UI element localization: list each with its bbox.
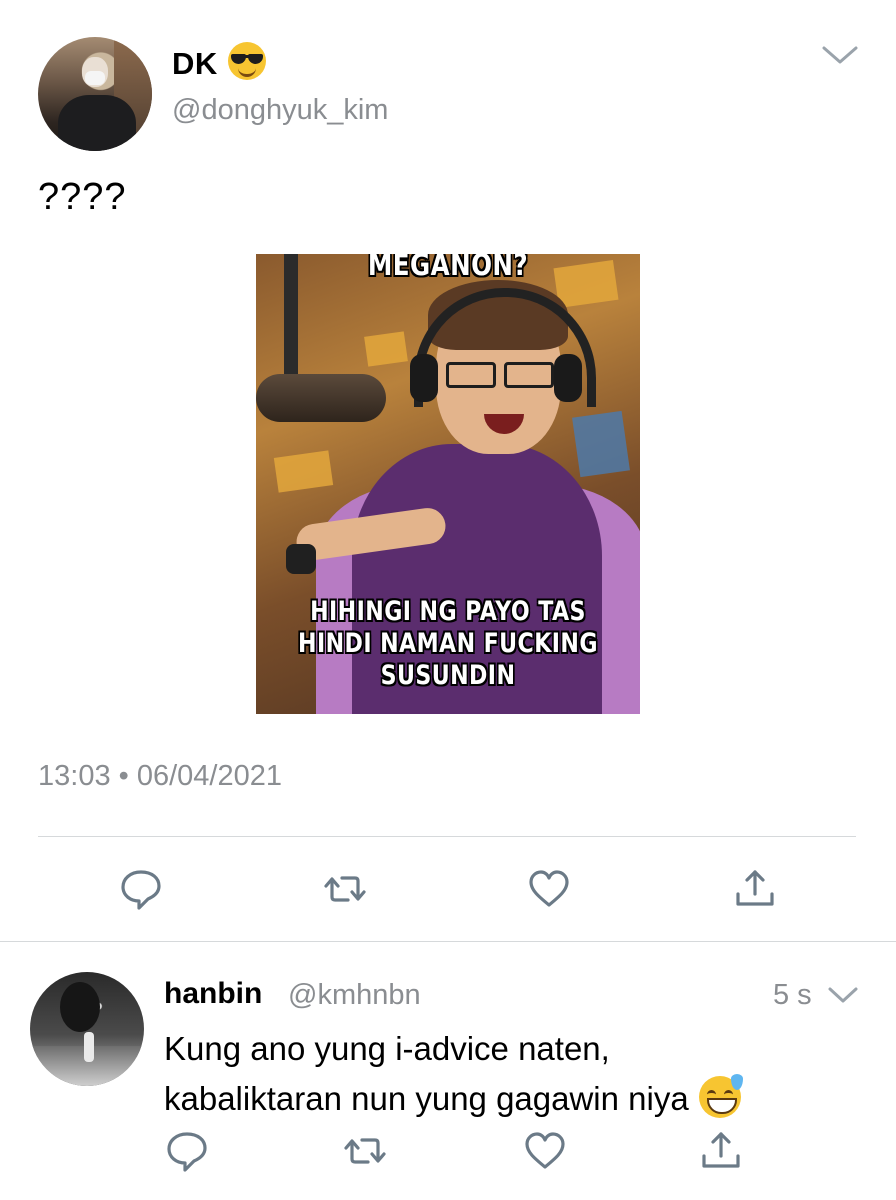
chevron-down-icon[interactable] bbox=[826, 982, 860, 1008]
background-tile bbox=[364, 331, 408, 367]
meme-caption-line: SUSUNDIN bbox=[380, 660, 516, 691]
reply-text-line-2: kabaliktaran nun yung gagawin niya bbox=[164, 1074, 884, 1124]
sweat-smile-emoji-icon bbox=[698, 1074, 743, 1118]
divider bbox=[38, 836, 856, 837]
headphone-left-cup bbox=[410, 354, 438, 402]
headphone-right-cup bbox=[554, 354, 582, 402]
retweet-icon[interactable] bbox=[342, 1128, 388, 1174]
person-glasses bbox=[446, 362, 554, 388]
reply-text: Kung ano yung i-advice naten, kabaliktar… bbox=[164, 1024, 884, 1124]
background-tile bbox=[572, 410, 630, 478]
avatar-mask bbox=[85, 71, 105, 85]
tweet-media-image[interactable]: MEGANON? HIHINGI NG PAYO TAS HINDI NAMAN… bbox=[256, 254, 640, 714]
share-icon[interactable] bbox=[698, 1128, 744, 1174]
meme-caption-line: HINDI NAMAN FUCKING bbox=[298, 628, 598, 659]
reply-icon[interactable] bbox=[118, 866, 164, 912]
reply-text-line: Kung ano yung i-advice naten, bbox=[164, 1030, 610, 1067]
author-display-name[interactable]: DK bbox=[172, 42, 266, 82]
divider bbox=[0, 941, 896, 942]
meme-caption-bottom: HIHINGI NG PAYO TAS HINDI NAMAN FUCKING … bbox=[291, 596, 606, 692]
meme-caption-line: HIHINGI NG PAYO TAS bbox=[310, 596, 586, 627]
microphone bbox=[256, 374, 386, 422]
reply-author-handle[interactable]: @kmhnbn bbox=[288, 979, 421, 1012]
like-icon[interactable] bbox=[526, 866, 572, 912]
sunglasses-emoji-icon bbox=[227, 42, 266, 80]
author-avatar[interactable] bbox=[38, 37, 152, 151]
retweet-icon[interactable] bbox=[322, 866, 368, 912]
reply-author-name[interactable]: hanbin bbox=[164, 977, 262, 1011]
tweet-text: ???? bbox=[38, 176, 127, 218]
author-handle[interactable]: @donghyuk_kim bbox=[172, 94, 388, 127]
avatar-person bbox=[84, 1032, 94, 1062]
avatar-tree bbox=[60, 982, 100, 1032]
meme-caption-top: MEGANON? bbox=[367, 254, 529, 283]
avatar-body bbox=[58, 95, 136, 151]
reply-author-avatar[interactable] bbox=[30, 972, 144, 1086]
author-name-text: DK bbox=[172, 46, 218, 81]
chevron-down-icon[interactable] bbox=[820, 40, 860, 70]
tweet-timestamp[interactable]: 13:03 • 06/04/2021 bbox=[38, 760, 282, 793]
like-icon[interactable] bbox=[522, 1128, 568, 1174]
background-tile bbox=[273, 450, 334, 493]
share-icon[interactable] bbox=[732, 866, 778, 912]
reply-time: 5 s bbox=[773, 979, 812, 1011]
reply-icon[interactable] bbox=[164, 1128, 210, 1174]
person-watch bbox=[286, 544, 316, 574]
